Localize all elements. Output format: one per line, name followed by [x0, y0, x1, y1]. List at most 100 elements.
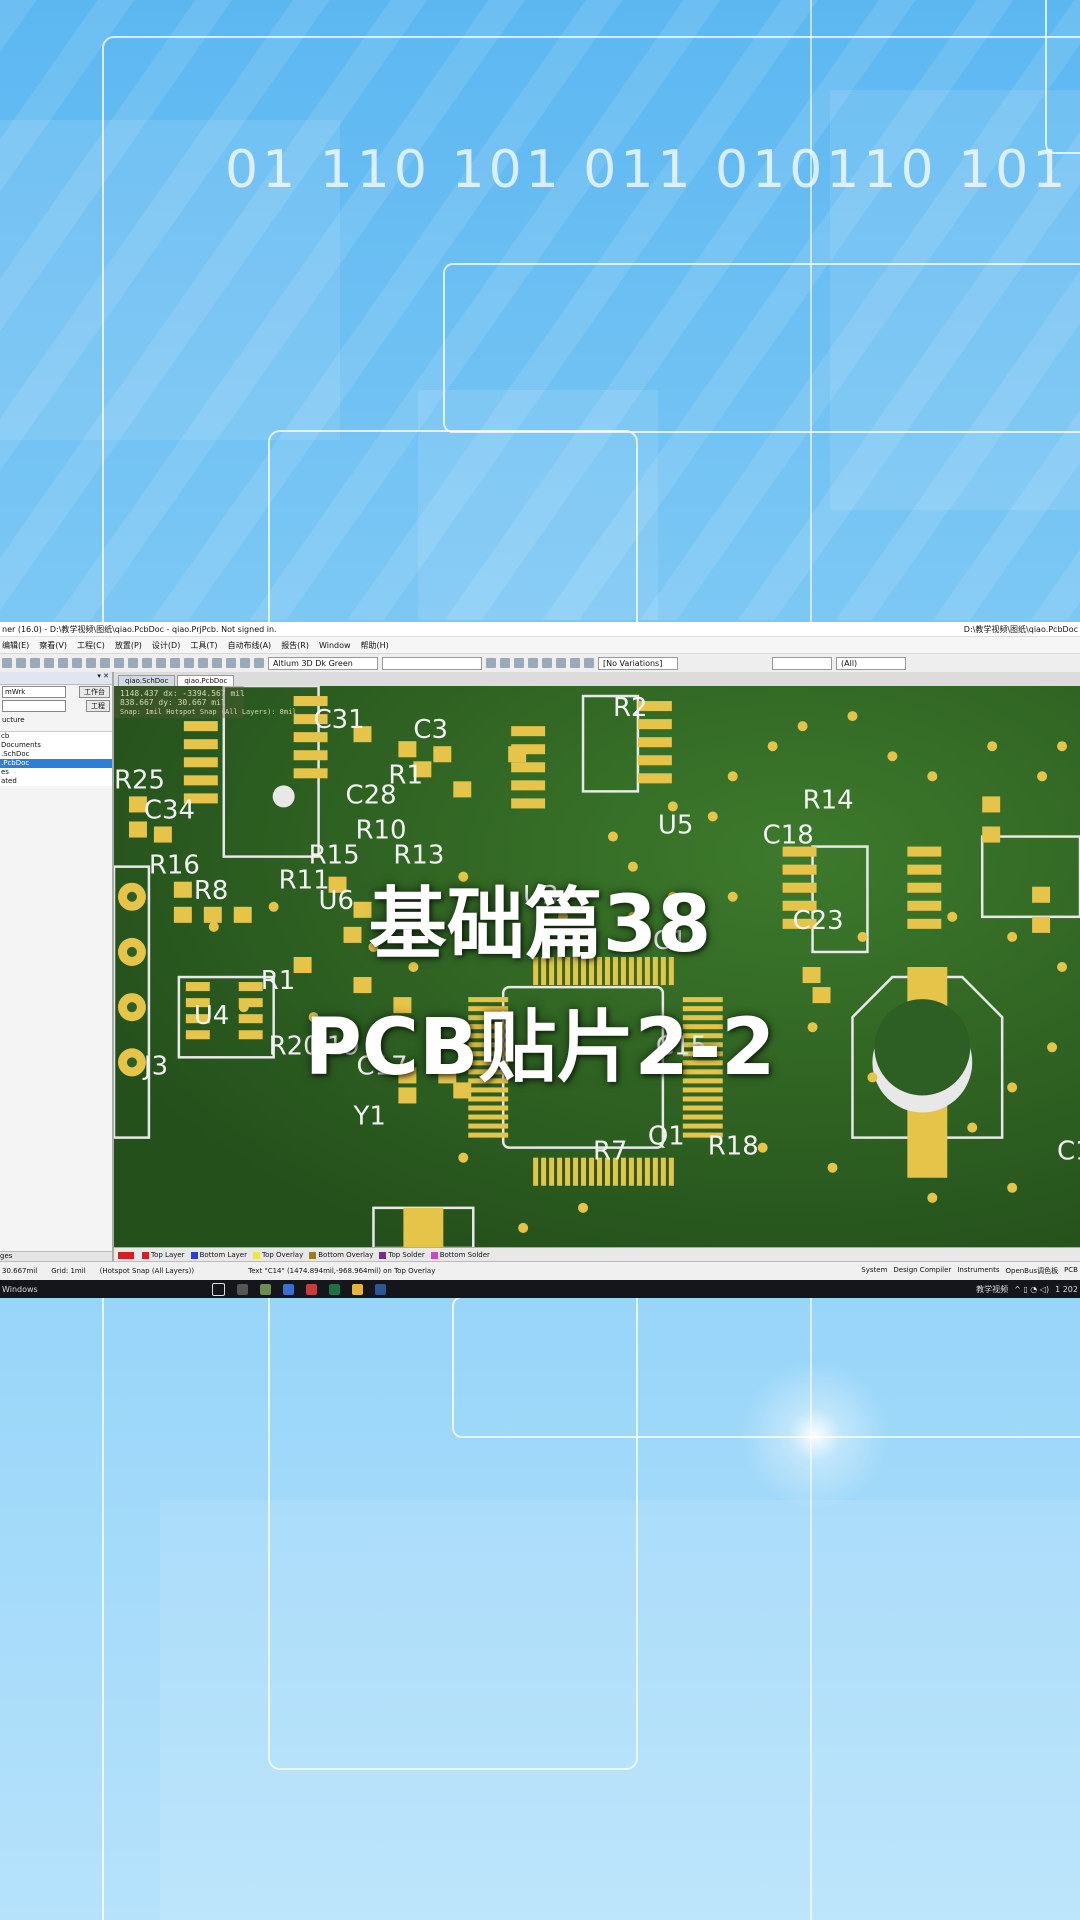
blank-select[interactable]: [382, 656, 482, 670]
window-title: ner (16.0) - D:\教学视频\图纸\qiao.PcbDoc - qi…: [2, 624, 277, 634]
workspace-button[interactable]: 工作台: [79, 686, 110, 698]
tray-icons: ^ ▯ ◔ ◁): [1014, 1284, 1050, 1294]
tree-item[interactable]: es: [0, 768, 112, 777]
word-icon[interactable]: [374, 1283, 386, 1295]
component-designator[interactable]: C34: [144, 795, 195, 825]
panel-button[interactable]: Instruments: [957, 1266, 999, 1276]
layer-name: Top Solder: [388, 1251, 425, 1259]
tree-item-selected[interactable]: .PcbDoc: [0, 759, 112, 768]
toolbar-icon[interactable]: [212, 658, 222, 668]
toolbar-icon[interactable]: [226, 658, 236, 668]
pcb-pad: [293, 750, 328, 761]
toolbar-icon[interactable]: [500, 658, 510, 668]
tree-item[interactable]: .SchDoc: [0, 750, 112, 759]
pcb-pad: [508, 746, 527, 763]
toolbar-icon[interactable]: [198, 658, 208, 668]
component-designator[interactable]: R18: [708, 1132, 759, 1162]
toolbar-icon[interactable]: [254, 658, 264, 668]
panel-button[interactable]: PCB: [1064, 1266, 1078, 1276]
menu-item[interactable]: 报告(R): [281, 640, 309, 651]
menu-item[interactable]: Window: [319, 641, 351, 650]
component-designator[interactable]: R2: [613, 693, 648, 723]
altium-icon[interactable]: [259, 1283, 271, 1295]
toolbar-icon[interactable]: [170, 658, 180, 668]
menu-item[interactable]: 工具(T): [190, 640, 217, 651]
layer-tab[interactable]: Bottom Layer: [190, 1251, 247, 1259]
menu-item[interactable]: 编辑(E): [2, 640, 29, 651]
tab-pcbdoc[interactable]: qiao.PcbDoc: [177, 675, 235, 686]
component-designator[interactable]: C28: [346, 780, 397, 810]
toolbar-icon[interactable]: [528, 658, 538, 668]
pcb-pad: [581, 1157, 587, 1186]
blank-select[interactable]: [772, 656, 832, 670]
component-designator[interactable]: R14: [803, 785, 854, 815]
toolbar-icon[interactable]: [100, 658, 110, 668]
workspace-select[interactable]: mWrk: [2, 686, 66, 698]
menu-item[interactable]: 设计(D): [152, 640, 180, 651]
toolbar-icon[interactable]: [58, 658, 68, 668]
component-designator[interactable]: C3: [413, 715, 448, 745]
panel-button[interactable]: OpenBus调色板: [1005, 1266, 1058, 1276]
media-icon[interactable]: [305, 1283, 317, 1295]
layer-tab[interactable]: Top Overlay: [252, 1251, 303, 1259]
pcb-via: [927, 1192, 938, 1203]
filter-select[interactable]: (All): [836, 656, 906, 670]
toolbar-icon[interactable]: [556, 658, 566, 668]
component-designator[interactable]: Y1: [353, 1101, 386, 1131]
menu-item[interactable]: 放置(P): [115, 640, 142, 651]
tree-item[interactable]: cb: [0, 732, 112, 741]
layer-tab[interactable]: Top Solder: [379, 1251, 425, 1259]
view-config-select[interactable]: Altium 3D Dk Green: [268, 656, 378, 670]
toolbar-icon[interactable]: [240, 658, 250, 668]
toolbar-icon[interactable]: [584, 658, 594, 668]
component-designator[interactable]: C31: [314, 705, 365, 735]
folder-icon[interactable]: [351, 1283, 363, 1295]
toolbar-icon[interactable]: [128, 658, 138, 668]
toolbar-icon[interactable]: [72, 658, 82, 668]
toolbar-icon[interactable]: [2, 658, 12, 668]
toolbar-icon[interactable]: [16, 658, 26, 668]
toolbar-icon[interactable]: [514, 658, 524, 668]
panel-button[interactable]: Design Compiler: [893, 1266, 951, 1276]
status-selection: Text "C14" (1474.894mil,-968.964mil) on …: [248, 1267, 436, 1275]
layer-tab[interactable]: Bottom Solder: [430, 1251, 490, 1259]
menu-item[interactable]: 察看(V): [39, 640, 67, 651]
clock[interactable]: 1 202: [1055, 1285, 1078, 1294]
layer-name: Top Layer: [151, 1251, 185, 1259]
tree-item[interactable]: Documents: [0, 741, 112, 750]
component-designator[interactable]: U5: [658, 810, 693, 840]
layer-tab[interactable]: Bottom Overlay: [309, 1251, 373, 1259]
pcb-pad: [511, 726, 546, 737]
pcb-pad: [511, 762, 546, 773]
toolbar-icon[interactable]: [156, 658, 166, 668]
variations-select[interactable]: [No Variations]: [598, 656, 678, 670]
toolbar-icon[interactable]: [142, 658, 152, 668]
calculator-icon[interactable]: [236, 1283, 248, 1295]
toolbar-icon[interactable]: [184, 658, 194, 668]
task-view-icon[interactable]: [211, 1282, 225, 1296]
app-icon[interactable]: [282, 1283, 294, 1295]
menu-item[interactable]: 自动布线(A): [227, 640, 271, 651]
toolbar-icon[interactable]: [44, 658, 54, 668]
toolbar-icon[interactable]: [542, 658, 552, 668]
project-button[interactable]: 工程: [86, 700, 110, 712]
component-designator[interactable]: R7: [593, 1137, 628, 1167]
toolbar-icon[interactable]: [114, 658, 124, 668]
toolbar-icon[interactable]: [30, 658, 40, 668]
toolbar-icon[interactable]: [570, 658, 580, 668]
layer-tab[interactable]: Top Layer: [142, 1251, 185, 1259]
project-select[interactable]: [2, 700, 66, 712]
panel-button[interactable]: System: [861, 1266, 887, 1276]
component-designator[interactable]: Q1: [648, 1122, 685, 1152]
tree-item[interactable]: ated: [0, 777, 112, 786]
component-designator[interactable]: R25: [114, 765, 165, 795]
toolbar-icon[interactable]: [486, 658, 496, 668]
toolbar-icon[interactable]: [86, 658, 96, 668]
excel-icon[interactable]: [328, 1283, 340, 1295]
menu-item[interactable]: 帮助(H): [361, 640, 389, 651]
component-designator[interactable]: C18: [763, 820, 814, 850]
taskbar-label: Windows: [2, 1284, 38, 1294]
menu-item[interactable]: 工程(C): [77, 640, 105, 651]
component-designator[interactable]: C1: [1057, 1137, 1080, 1167]
tab-schdoc[interactable]: qiao.SchDoc: [118, 675, 176, 686]
